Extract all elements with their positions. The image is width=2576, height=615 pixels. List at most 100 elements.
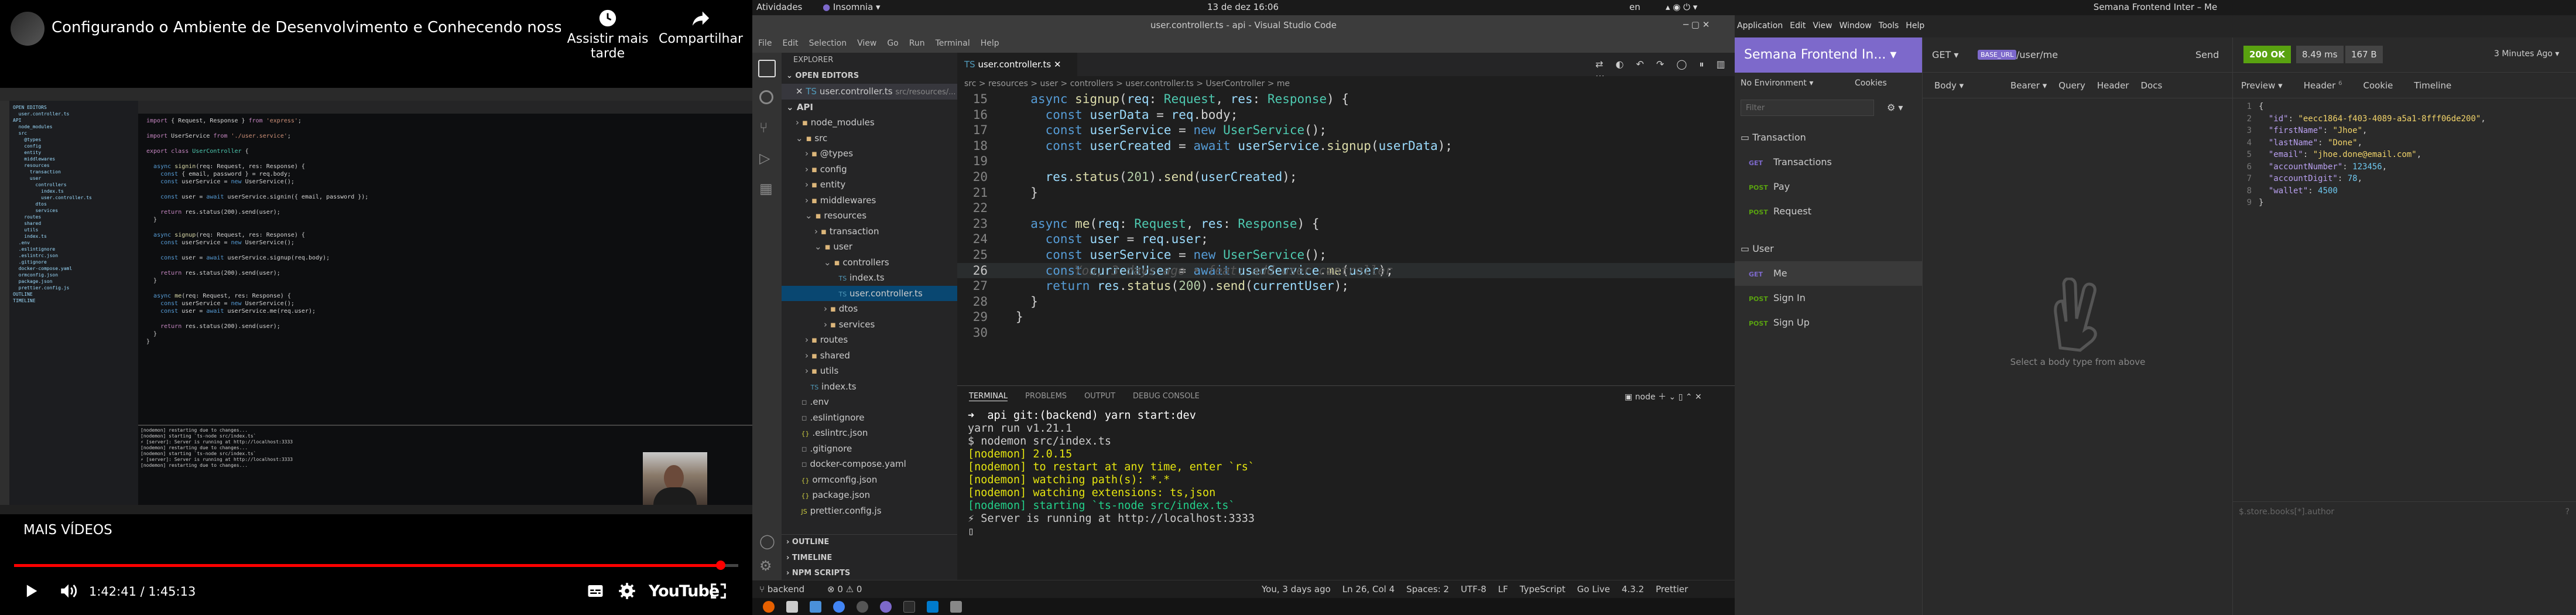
status-item[interactable]: Spaces: 2 [1406,580,1449,598]
subtitles-icon[interactable] [585,582,605,600]
help-icon[interactable]: ? [2565,502,2576,522]
tree-folder[interactable]: › ▪ node_modules [782,115,957,131]
open-editors-header[interactable]: ⌄ OPEN EDITORS [782,69,957,84]
tab-user-controller[interactable]: TS user.controller.ts ✕ [957,53,1077,76]
request-folder[interactable]: ▭ User [1735,237,1922,261]
status-item[interactable]: Go Live [1577,580,1610,598]
cookies-button[interactable]: Cookies [1855,78,1887,88]
breadcrumb[interactable]: src > resources > user > controllers > u… [957,76,1735,91]
language-indicator[interactable]: en [1629,2,1640,12]
menu-item-terminal[interactable]: Terminal [936,39,970,48]
screen-recorder-icon[interactable] [950,601,962,613]
tree-folder[interactable]: ⌄ ▪ resources [782,208,957,224]
tree-folder[interactable]: › ▪ transaction [782,224,957,240]
firefox-icon[interactable] [763,601,775,613]
menu-item-go[interactable]: Go [887,39,898,48]
code-editor[interactable]: 15 async signup(req: Request, res: Respo… [957,91,1735,385]
request-item[interactable]: POST Sign In [1735,286,1922,310]
tree-file[interactable]: {} .eslintrc.json [782,425,957,441]
tree-folder[interactable]: › ▪ middlewares [782,193,957,209]
response-filter[interactable]: $.store.books[*].author? [2233,501,2576,521]
channel-avatar[interactable] [11,12,44,46]
status-item[interactable]: LF [1498,580,1508,598]
window-controls[interactable]: ─ ▢ ✕ [1683,19,1710,30]
tree-folder[interactable]: ⌄ ▪ controllers [782,255,957,271]
app-menu[interactable]: ● Insomnia ▾ [823,2,881,12]
share-button[interactable]: Compartilhar [651,8,751,46]
request-folder[interactable]: ▭ Transaction [1735,125,1922,150]
system-tray[interactable]: ▴ ◉ ⏻ ▾ [1666,2,1697,12]
tree-folder[interactable]: › ▪ routes [782,332,957,348]
search-icon[interactable] [759,90,773,104]
panel-tab-terminal[interactable]: TERMINAL [969,392,1008,401]
open-editor-item[interactable]: ✕ TS user.controller.ts src/resources/..… [782,84,957,100]
terminal-selector[interactable]: ▣ node ＋ ⌄ ▯ ⌃ ✕ [1625,391,1702,402]
status-item[interactable]: 4.3.2 [1622,580,1644,598]
request-item[interactable]: POST Sign Up [1735,310,1922,335]
clock[interactable]: 13 de dez 16:06 [1207,2,1279,12]
insomnia-menu-tools[interactable]: Tools [1879,21,1899,30]
tree-file[interactable]: ▫ .eslintignore [782,410,957,426]
base-url-tag[interactable]: BASE_URL [1978,50,2017,60]
status-item[interactable]: Prettier [1656,580,1688,598]
timeline-panel[interactable]: › TIMELINE [782,551,957,566]
request-tab-bearer[interactable]: Bearer ▾ [2010,80,2047,98]
method-selector[interactable]: GET ▾ [1932,49,1958,60]
problems-status[interactable]: ⊗ 0 ⚠ 0 [827,580,862,598]
play-icon[interactable] [23,582,40,600]
insomnia-menu-view[interactable]: View [1813,21,1832,30]
request-tab-body[interactable]: Body ▾ [1934,80,1999,98]
status-item[interactable]: TypeScript [1520,580,1566,598]
more-videos-label[interactable]: MAIS VÍDEOS [23,522,112,538]
tree-file[interactable]: TS index.ts [782,379,957,395]
tree-folder[interactable]: › ▪ entity [782,177,957,193]
fullscreen-icon[interactable] [710,582,727,600]
account-icon[interactable]: ◯ [759,533,775,549]
youtube-player[interactable]: OPEN EDITORS user.controller.ts API node… [0,0,752,615]
outline-panel[interactable]: › OUTLINE [782,535,957,551]
watch-later-button[interactable]: Assistir mais tarde [555,8,660,61]
run-debug-icon[interactable]: ▷ [759,150,770,166]
volume-icon[interactable] [59,581,78,601]
tree-file[interactable]: ▫ .env [782,394,957,410]
insomnia-dock-icon[interactable] [880,601,892,613]
response-tab-header[interactable]: Header 6 [2304,80,2342,98]
tree-file[interactable]: {} package.json [782,487,957,503]
video-frame[interactable]: OPEN EDITORS user.controller.ts API node… [0,88,752,514]
menu-item-view[interactable]: View [857,39,876,48]
video-title[interactable]: Configurando o Ambiente de Desenvolvimen… [52,19,561,36]
menu-item-run[interactable]: Run [909,39,925,48]
request-tab-docs[interactable]: Docs [2140,80,2162,98]
json-preview[interactable]: { "id": "eecc1864-f403-4089-a5a1-8fff06d… [2259,101,2575,209]
menu-item-edit[interactable]: Edit [782,39,798,48]
tree-folder[interactable]: › ▪ @types [782,146,957,162]
tree-folder[interactable]: › ▪ services [782,317,957,333]
panel-tab-debug-console[interactable]: DEBUG CONSOLE [1133,392,1200,401]
panel-tab-output[interactable]: OUTPUT [1084,392,1115,401]
insomnia-menu-window[interactable]: Window [1839,21,1872,30]
tree-folder[interactable]: ⌄ API [782,100,957,115]
request-item[interactable]: POST Pay [1735,175,1922,199]
request-item[interactable]: GET Transactions [1735,150,1922,175]
app-icon[interactable] [857,601,868,613]
npm-scripts-panel[interactable]: › NPM SCRIPTS [782,566,957,580]
insomnia-menu-application[interactable]: Application [1737,21,1783,30]
response-tab-preview[interactable]: Preview ▾ [2241,80,2283,98]
settings-gear-icon[interactable] [618,582,636,600]
explorer-icon[interactable] [758,60,776,77]
menu-item-help[interactable]: Help [981,39,999,48]
environment-selector[interactable]: No Environment ▾ [1741,78,1813,88]
response-tab-cookie[interactable]: Cookie [2363,80,2393,98]
editor-icon[interactable] [810,601,821,613]
tree-folder[interactable]: › ▪ utils [782,363,957,379]
tree-file[interactable]: ▫ docker-compose.yaml [782,456,957,472]
tree-file[interactable]: ▫ .gitignore [782,441,957,457]
tree-file[interactable]: TS user.controller.ts [782,285,957,301]
history-dropdown[interactable]: 3 Minutes Ago ▾ [2494,49,2559,59]
chrome-icon[interactable] [833,601,845,613]
progress-scrubber[interactable] [716,561,726,570]
extensions-icon[interactable]: ▦ [759,180,773,197]
status-item[interactable]: Ln 26, Col 4 [1342,580,1395,598]
tree-folder[interactable]: › ▪ shared [782,348,957,364]
send-button[interactable]: Send [2195,49,2219,60]
